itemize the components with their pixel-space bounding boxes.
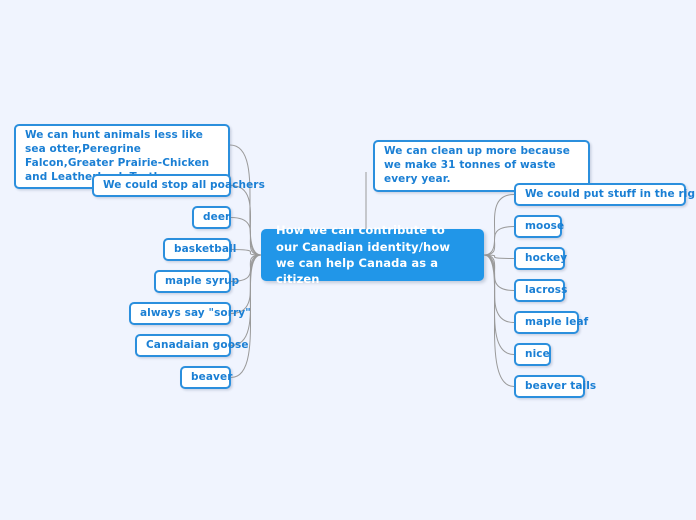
central-topic-node-label: How we can contribute to our Canadian id… (276, 223, 451, 287)
right-node-nice-label: nice (525, 347, 550, 360)
left-node-always-say-sorry[interactable]: always say "sorry" (129, 302, 251, 325)
right-node-nice[interactable]: nice (514, 343, 551, 366)
right-node-beaver-tails-label: beaver tails (525, 379, 597, 392)
right-node-maple-leaf[interactable]: maple leaf (514, 311, 589, 334)
left-node-we-could-stop-all-poachers[interactable]: We could stop all poachers (92, 174, 265, 197)
right-node-hockey[interactable]: hockey (514, 247, 568, 270)
right-node-moose-label: moose (525, 219, 565, 232)
left-node-maple-syrup-label: maple syrup (165, 274, 240, 287)
right-node-we-can-clean-up-more-because-we-make-31-to-label: We can clean up more because we make 31 … (384, 145, 570, 185)
branch-connector (483, 254, 515, 291)
right-node-lacross[interactable]: lacross (514, 279, 568, 302)
left-node-canadaian-goose[interactable]: Canadaian goose (135, 334, 249, 357)
left-node-deer-label: deer (203, 210, 231, 223)
branch-connector (483, 254, 515, 259)
branch-connector (483, 254, 515, 323)
branch-connector (483, 226, 515, 256)
branch-connector (483, 194, 515, 256)
right-node-we-could-put-stuff-in-the-right-bin[interactable]: We could put stuff in the right bin (514, 183, 696, 206)
left-node-always-say-sorry-label: always say "sorry" (140, 306, 251, 319)
left-node-maple-syrup[interactable]: maple syrup (154, 270, 240, 293)
left-node-canadaian-goose-label: Canadaian goose (146, 338, 249, 351)
left-node-basketball-label: basketball (174, 242, 237, 255)
branch-connector (230, 254, 262, 346)
right-node-we-could-put-stuff-in-the-right-bin-label: We could put stuff in the right bin (525, 187, 696, 200)
right-node-hockey-label: hockey (525, 251, 568, 264)
left-node-we-could-stop-all-poachers-label: We could stop all poachers (103, 178, 265, 191)
branch-connector (229, 144, 262, 256)
branch-connector (483, 254, 515, 387)
left-node-beaver-label: beaver (191, 370, 233, 383)
mindmap-canvas: We can hunt animals less like sea otter,… (0, 0, 696, 520)
right-node-beaver-tails[interactable]: beaver tails (514, 375, 597, 398)
left-node-basketball[interactable]: basketball (163, 238, 237, 261)
right-node-moose[interactable]: moose (514, 215, 565, 238)
right-node-maple-leaf-label: maple leaf (525, 315, 589, 328)
right-node-lacross-label: lacross (525, 283, 568, 296)
left-node-beaver[interactable]: beaver (180, 366, 233, 389)
left-node-deer[interactable]: deer (192, 206, 231, 229)
central-topic-node[interactable]: How we can contribute to our Canadian id… (261, 223, 484, 286)
branch-connector (483, 254, 515, 355)
